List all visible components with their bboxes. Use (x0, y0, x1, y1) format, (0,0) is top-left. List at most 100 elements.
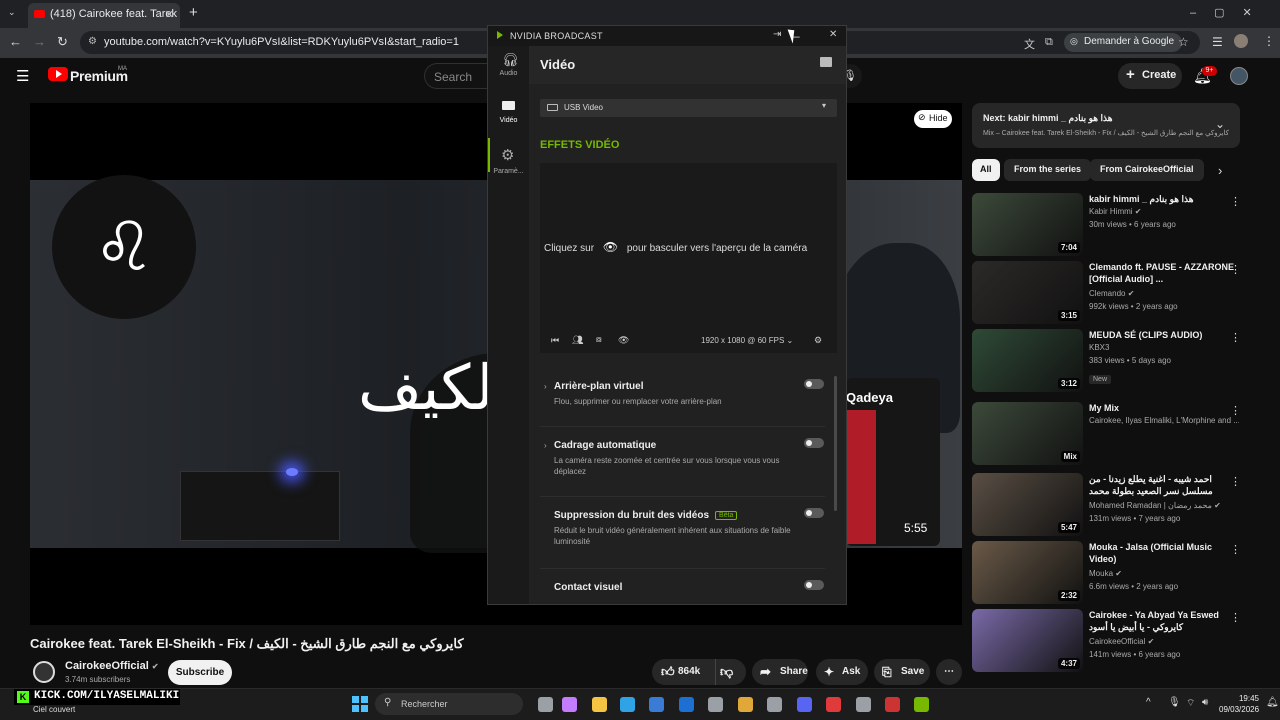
camera-select[interactable]: USB Video ▾ (540, 99, 837, 117)
streaming-app-icon[interactable] (885, 697, 900, 712)
new-tab-icon[interactable]: + (189, 4, 198, 21)
chrome-icon[interactable] (738, 697, 753, 712)
edge-icon[interactable] (620, 697, 635, 712)
resolution-select[interactable]: 1920 x 1080 @ 60 FPS ⌄ (701, 336, 793, 345)
save-button[interactable]: ⎘ Save (874, 659, 930, 685)
recommendation-item[interactable]: 3:12 MEUDA SÉ (CLIPS AUDIO) KBX3 383 views … (972, 329, 1262, 393)
effect-setting[interactable]: Cadrage automatique La caméra reste zoomé… (554, 440, 799, 477)
youtube-logo-icon[interactable] (48, 67, 68, 81)
rec-channel[interactable]: CairokeeOfficial ✔ (1089, 637, 1239, 646)
like-dislike-group[interactable]: 👍︎ 864k 👎︎ (652, 659, 746, 685)
close-window-icon[interactable]: ✕ (829, 29, 837, 40)
notification-center-icon[interactable]: 🔔︎ (1266, 697, 1279, 708)
clock-date[interactable]: 09/03/2026 (1219, 705, 1259, 714)
taskbar-search[interactable]: ⚲ Rechercher (375, 693, 523, 715)
microphone-icon[interactable]: 🎙 (1168, 697, 1181, 708)
account-avatar[interactable] (1230, 67, 1248, 85)
chip-from-channel[interactable]: From CairokeeOfficial (1090, 159, 1204, 181)
rec-title[interactable]: Cairokee - Ya Abyad Ya Eswed كايروكي - ي… (1089, 609, 1239, 633)
effect-toggle[interactable] (804, 438, 824, 448)
tab-list-chevron-icon[interactable]: ⌄ (8, 7, 16, 18)
discord-icon[interactable] (797, 697, 812, 712)
effect-setting[interactable]: Arrière-plan virtuel Flou, supprimer ou r… (554, 381, 799, 407)
url-text[interactable]: youtube.com/watch?v=KYuylu6PVsI&list=RDK… (104, 36, 459, 48)
recommendation-item[interactable]: 2:32 Mouka - Jalsa (Official Music Video)… (972, 541, 1262, 605)
forward-icon[interactable]: → (33, 34, 46, 49)
games-icon[interactable] (767, 697, 782, 712)
task-view-icon[interactable] (538, 697, 553, 712)
wifi-icon[interactable]: ⌔ (1186, 697, 1195, 710)
expand-chevron-icon[interactable]: › (544, 441, 547, 450)
effect-setting[interactable]: Suppression du bruit des vidéos Bêta Rédui… (554, 510, 799, 547)
recommendation-item[interactable]: Mix My Mix Cairokee, Ilyas Elmaliki, L'Mor… (972, 402, 1262, 466)
more-options-icon[interactable]: ⋮ (1230, 404, 1241, 417)
rec-thumbnail[interactable]: 5:47 (972, 473, 1083, 536)
eye-icon[interactable]: 👁︎ (603, 240, 618, 254)
snapshot-icon[interactable]: ⧇ (596, 334, 602, 345)
expand-chevron-icon[interactable]: › (544, 382, 547, 391)
browser-tab[interactable]: (418) Cairokee feat. Tarek El-Sh ✕ (28, 3, 180, 28)
recommendation-item[interactable]: 7:04 kabir himmi _ هذا هو بنادم Kabir Himm… (972, 193, 1262, 257)
profile-avatar[interactable] (1234, 34, 1248, 48)
settings-scrollbar[interactable] (834, 376, 837, 511)
nav-settings[interactable]: Paramè... (488, 168, 529, 175)
clock-time[interactable]: 19:45 (1219, 694, 1259, 703)
preview-eye-icon[interactable]: 👁︎ (618, 335, 629, 346)
tray-chevron-icon[interactable]: ^ (1146, 697, 1151, 708)
acrobat-icon[interactable] (826, 697, 841, 712)
more-options-icon[interactable]: ⋮ (1230, 475, 1241, 488)
share-button[interactable]: ➦ Share (752, 659, 808, 685)
outlook-icon[interactable] (679, 697, 694, 712)
volume-icon[interactable]: 🔊︎ (1202, 697, 1208, 708)
browser-menu-icon[interactable]: ⋮ (1263, 34, 1275, 48)
rec-channel[interactable]: Cairokee, Ilyas Elmaliki, L'Morphine and… (1089, 416, 1239, 425)
channel-avatar[interactable] (33, 661, 55, 683)
effect-toggle[interactable] (804, 379, 824, 389)
rec-thumbnail[interactable]: 2:32 (972, 541, 1083, 604)
file-explorer-icon[interactable] (592, 697, 607, 712)
effect-toggle[interactable] (804, 580, 824, 590)
rec-thumbnail[interactable]: 7:04 (972, 193, 1083, 256)
rec-channel[interactable]: Kabir Himmi ✔ (1089, 207, 1239, 216)
create-button[interactable]: + Create (1118, 63, 1182, 89)
login-icon[interactable]: ⇥ (773, 29, 781, 40)
rec-channel[interactable]: Mohamed Ramadan | محمد رمضان ✔ (1089, 501, 1239, 510)
ask-google-button[interactable]: ◎ Demander à Google (1064, 33, 1183, 52)
recommendation-item[interactable]: 3:15 Clemando ft. PAUSE - AZZARONE [Offic… (972, 261, 1262, 325)
rec-channel[interactable]: Clemando ✔ (1089, 289, 1239, 298)
playlist-next-card[interactable] (972, 103, 1240, 148)
skip-icon[interactable]: ⏮ (551, 335, 559, 346)
rec-title[interactable]: My Mix (1089, 402, 1239, 414)
like-icon[interactable]: 👍︎ (661, 659, 675, 685)
rec-thumbnail[interactable]: 3:12 (972, 329, 1083, 392)
endcard-video[interactable]: Qadeya 5:55 (846, 378, 940, 546)
translate-icon[interactable]: 文 (1024, 36, 1035, 52)
rec-channel[interactable]: KBX3 (1089, 343, 1239, 352)
ask-button[interactable]: ✦ Ask (816, 659, 868, 685)
chip-all[interactable]: All (972, 159, 1000, 181)
nav-audio[interactable]: Audio (488, 70, 529, 77)
more-actions-icon[interactable]: ⋯ (936, 659, 962, 685)
subscribe-button[interactable]: Subscribe (168, 660, 232, 685)
chips-next-icon[interactable]: › (1218, 163, 1222, 178)
settings-gear-icon[interactable]: ⚙ (501, 146, 514, 164)
rec-channel[interactable]: Mouka ✔ (1089, 569, 1239, 578)
feedback-icon[interactable] (820, 57, 832, 67)
store-icon[interactable] (649, 697, 664, 712)
effect-toggle[interactable] (804, 508, 824, 518)
recommendation-item[interactable]: 5:47 احمد شيبه - اغنية يطلع زيدنا - من مس… (972, 473, 1262, 537)
windows-start-icon[interactable] (352, 696, 368, 712)
effect-setting[interactable]: Contact visuel (554, 582, 799, 593)
rec-thumbnail[interactable]: 4:37 (972, 609, 1083, 672)
more-options-icon[interactable]: ⋮ (1230, 195, 1241, 208)
rec-title[interactable]: Mouka - Jalsa (Official Music Video) (1089, 541, 1239, 565)
headphones-icon[interactable]: 🎧︎ (502, 52, 519, 68)
hamburger-menu-icon[interactable]: ☰ (16, 67, 29, 85)
site-info-icon[interactable]: ⚙ (88, 36, 97, 47)
hide-endcard-button[interactable]: ⊘ Hide (914, 110, 952, 128)
open-in-app-icon[interactable]: ⧉ (1045, 36, 1053, 49)
rec-thumbnail[interactable]: 3:15 (972, 261, 1083, 324)
more-options-icon[interactable]: ⋮ (1230, 331, 1241, 344)
steam-icon[interactable] (856, 697, 871, 712)
bookmark-star-icon[interactable]: ☆ (1178, 35, 1189, 49)
